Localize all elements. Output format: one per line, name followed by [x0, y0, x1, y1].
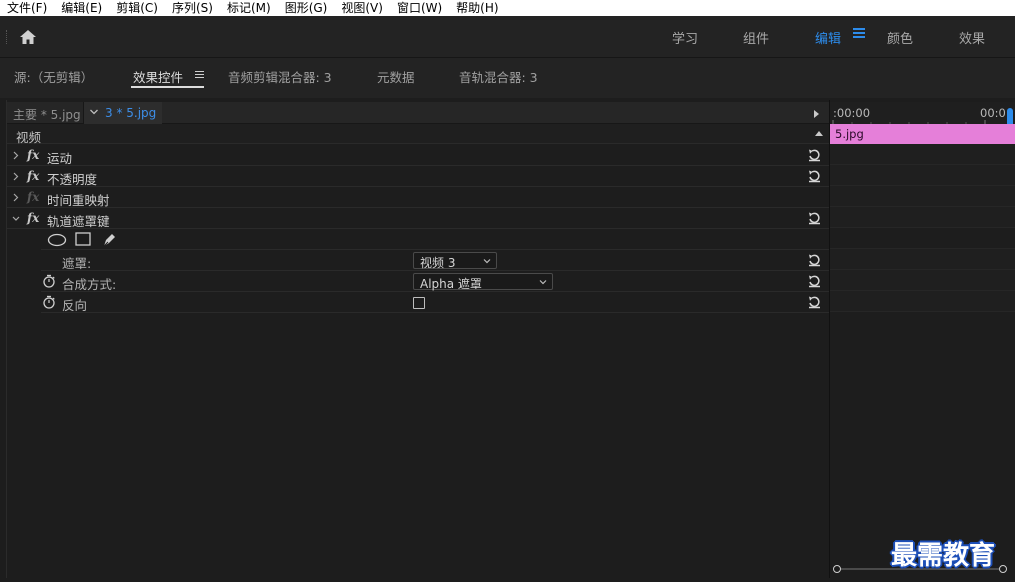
fx-toggle-icon[interactable]: fx — [27, 148, 39, 162]
reset-icon[interactable] — [807, 211, 822, 225]
effect-row-track-matte-key[interactable]: fx 轨道遮罩键 — [7, 208, 829, 229]
reset-icon[interactable] — [807, 274, 822, 288]
keyframe-row — [830, 165, 1015, 186]
keyframe-row — [830, 270, 1015, 291]
playhead-handle[interactable] — [1007, 108, 1013, 124]
reset-icon[interactable] — [807, 148, 822, 162]
effect-row-opacity[interactable]: fx 不透明度 — [7, 166, 829, 187]
keyframe-row — [830, 144, 1015, 165]
tab-audio-track-mixer[interactable]: 音轨混合器: 3 — [459, 67, 538, 86]
tab-metadata[interactable]: 元数据 — [377, 67, 415, 86]
chevron-right-icon[interactable] — [13, 172, 19, 181]
watermark-logo: 最需教育 — [891, 541, 996, 571]
effect-name: 轨道遮罩键 — [47, 214, 110, 229]
stopwatch-icon[interactable] — [42, 274, 56, 288]
video-section-header: 视频 — [7, 124, 829, 145]
timeline-clip[interactable]: 5.jpg — [830, 124, 1015, 144]
matte-select[interactable]: 视频 3 — [413, 252, 497, 270]
fx-toggle-icon: fx — [27, 190, 40, 204]
chevron-right-icon[interactable] — [13, 193, 19, 202]
timeline-ruler[interactable]: :00:00 00:0 — [830, 102, 1015, 124]
menu-graphics[interactable]: 图形(G) — [278, 0, 335, 16]
drag-grip-icon[interactable] — [6, 30, 8, 44]
matte-select-value: 视频 3 — [420, 256, 456, 270]
workspace-assembly[interactable]: 组件 — [743, 28, 769, 47]
video-section-label: 视频 — [16, 130, 42, 145]
menu-file[interactable]: 文件(F) — [0, 0, 54, 16]
mask-tools-row — [41, 229, 829, 250]
timeline-start-time: :00:00 — [833, 106, 871, 120]
menu-edit[interactable]: 编辑(E) — [54, 0, 109, 16]
effect-row-time-remapping[interactable]: fx 时间重映射 — [7, 187, 829, 208]
rectangle-mask-icon[interactable] — [75, 232, 91, 247]
effect-name: 不透明度 — [47, 172, 98, 187]
reset-icon[interactable] — [807, 253, 822, 267]
tab-audio-clip-mixer[interactable]: 音频剪辑混合器: 3 — [228, 67, 332, 86]
menu-markers[interactable]: 标记(M) — [220, 0, 278, 16]
workspace-menu-icon[interactable] — [853, 28, 865, 40]
fx-toggle-icon[interactable]: fx — [27, 211, 39, 225]
keyframe-row — [830, 249, 1015, 270]
keyframe-row — [830, 228, 1015, 249]
reverse-label: 反向 — [62, 298, 88, 313]
effect-name: 运动 — [47, 151, 73, 166]
chevron-down-icon[interactable] — [12, 214, 20, 223]
workspace-learn[interactable]: 学习 — [672, 28, 698, 47]
collapse-up-icon[interactable] — [815, 131, 823, 136]
composite-select-value: Alpha 遮罩 — [420, 277, 482, 291]
home-icon[interactable] — [18, 28, 38, 46]
matte-label: 遮罩: — [62, 256, 92, 271]
chevron-down-icon[interactable] — [89, 106, 99, 118]
menu-view[interactable]: 视图(V) — [334, 0, 390, 16]
chevron-down-icon — [539, 280, 547, 285]
reverse-property-row: 反向 — [41, 292, 829, 313]
play-icon[interactable] — [814, 110, 819, 118]
keyframe-row — [830, 186, 1015, 207]
timeline-clip-name: 5.jpg — [835, 127, 864, 141]
reset-icon[interactable] — [807, 169, 822, 183]
workspace-effects[interactable]: 效果 — [959, 28, 985, 47]
ellipse-mask-icon[interactable] — [47, 233, 67, 247]
menu-window[interactable]: 窗口(W) — [390, 0, 449, 16]
reset-icon[interactable] — [807, 295, 822, 309]
scrollbar-right-handle[interactable] — [999, 565, 1007, 573]
workspace-color[interactable]: 颜色 — [887, 28, 913, 47]
menu-sequence[interactable]: 序列(S) — [165, 0, 220, 16]
composite-label: 合成方式: — [62, 277, 117, 292]
active-tab-underline — [131, 86, 204, 88]
timeline-end-time: 00:0 — [980, 106, 1006, 120]
workspace-editing[interactable]: 编辑 — [815, 28, 841, 47]
clip-selector-bar: 主要 * 5.jpg 3 * 5.jpg — [7, 102, 829, 124]
sequence-clip-label[interactable]: 3 * 5.jpg — [105, 106, 156, 120]
panel-tabs: 源:（无剪辑） 效果控件 音频剪辑混合器: 3 元数据 音轨混合器: 3 — [0, 58, 1015, 98]
tab-source[interactable]: 源:（无剪辑） — [14, 67, 93, 86]
chevron-down-icon — [483, 259, 491, 264]
master-clip-label[interactable]: 主要 * 5.jpg — [13, 106, 81, 123]
composite-select[interactable]: Alpha 遮罩 — [413, 273, 553, 291]
clip-divider — [83, 102, 84, 124]
chevron-right-icon[interactable] — [13, 151, 19, 160]
fx-toggle-icon[interactable]: fx — [27, 169, 39, 183]
tab-effect-controls[interactable]: 效果控件 — [133, 67, 183, 86]
stopwatch-icon[interactable] — [42, 295, 56, 309]
menu-help[interactable]: 帮助(H) — [449, 0, 505, 16]
effect-name: 时间重映射 — [47, 193, 110, 208]
tab-menu-icon[interactable] — [195, 71, 204, 80]
matte-property-row: 遮罩: 视频 3 — [41, 250, 829, 271]
pen-mask-icon[interactable] — [101, 231, 118, 248]
timeline-keyframe-rows — [830, 144, 1015, 312]
composite-property-row: 合成方式: Alpha 遮罩 — [41, 271, 829, 292]
menu-bar: 文件(F) 编辑(E) 剪辑(C) 序列(S) 标记(M) 图形(G) 视图(V… — [0, 0, 1015, 16]
effect-row-motion[interactable]: fx 运动 — [7, 145, 829, 166]
workspace-bar: 学习 组件 编辑 颜色 效果 — [0, 16, 1015, 58]
keyframe-row — [830, 207, 1015, 228]
keyframe-row — [830, 291, 1015, 312]
menu-clip[interactable]: 剪辑(C) — [109, 0, 165, 16]
scrollbar-left-handle[interactable] — [833, 565, 841, 573]
effect-controls-panel: 主要 * 5.jpg 3 * 5.jpg 视频 fx 运动 fx 不透明度 fx… — [6, 100, 1015, 578]
reverse-checkbox[interactable] — [413, 297, 425, 309]
